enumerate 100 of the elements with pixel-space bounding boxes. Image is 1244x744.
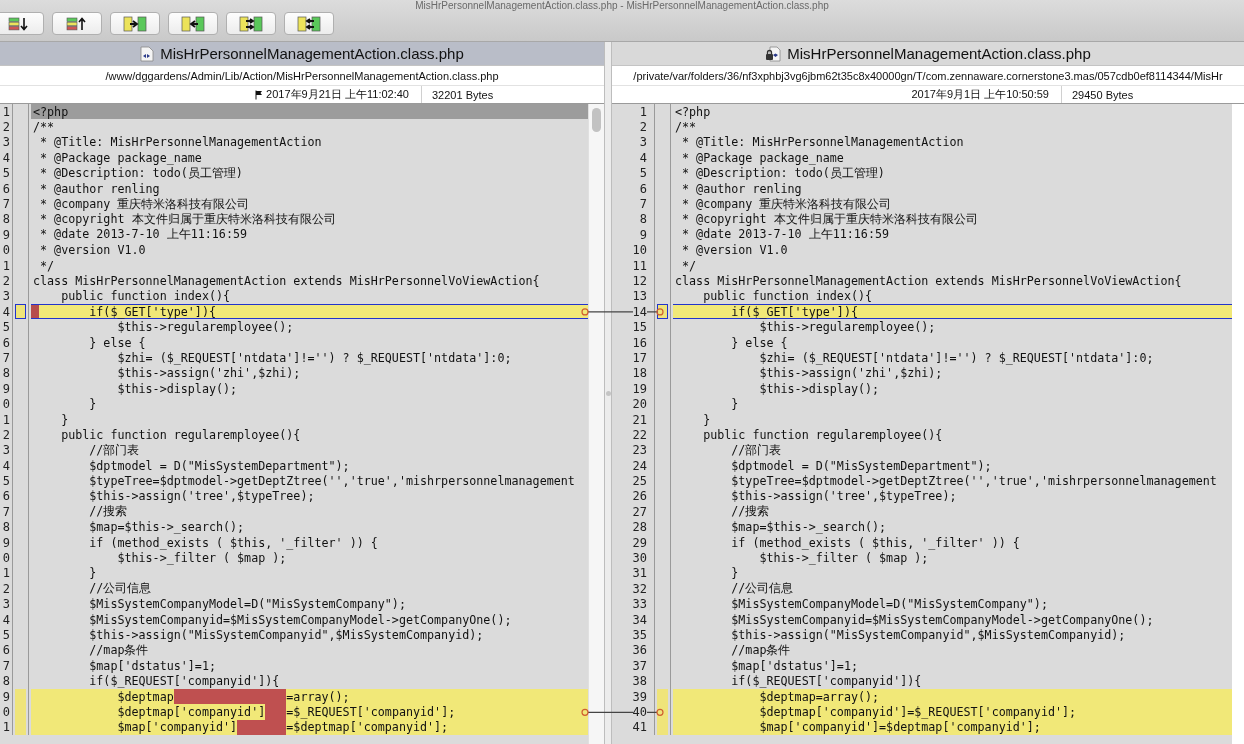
line-number: 6 xyxy=(639,181,647,196)
code-line: if (method_exists ( $this, '_filter' )) { xyxy=(88,534,379,551)
code-line: //map条件 xyxy=(88,642,150,659)
line-number: 2 xyxy=(2,581,10,596)
code-line: * @version V1.0 xyxy=(681,242,789,258)
code-line: $this->assign('tree',$typeTree); xyxy=(730,488,958,505)
line-number: 4 xyxy=(2,150,10,165)
gutter-cell xyxy=(12,611,29,628)
panels-arrow-left-icon xyxy=(181,15,205,32)
gutter-cell xyxy=(12,442,29,458)
gutter-cell xyxy=(12,196,29,212)
code-line: * @Description: todo(员工管理) xyxy=(39,165,244,181)
line-number: 40 xyxy=(632,704,647,719)
line-number: 24 xyxy=(632,458,647,473)
toolbar-button[interactable] xyxy=(226,12,276,35)
code-line: $map['dstatus']=1; xyxy=(730,658,859,674)
gutter-cell xyxy=(12,165,29,181)
panels-double-arrow-left-icon xyxy=(297,15,321,32)
toolbar-button[interactable] xyxy=(284,12,334,35)
line-number: 1 xyxy=(2,258,10,273)
line-number: 9 xyxy=(2,227,10,242)
code-line: * @company 重庆特米洛科技有限公司 xyxy=(39,196,251,212)
gutter-cell xyxy=(12,473,29,489)
code-line: if($_REQUEST['companyid']){ xyxy=(88,673,281,689)
code-line: $this->_filter ( $map ); xyxy=(758,550,930,566)
gutter-cell xyxy=(12,227,29,243)
code-line: public function index(){ xyxy=(702,288,874,305)
gutter-cell xyxy=(12,119,29,135)
window-title: MisHrPersonnelManagementAction.class.php - MisHrPersonnelManagementAction.class.php xyxy=(414,0,830,11)
code-line: /** xyxy=(674,119,698,135)
code-line: * @Title: MisHrPersonnelManagementAction xyxy=(681,134,965,151)
code-line: } else { xyxy=(730,334,789,351)
gutter-cell xyxy=(12,211,29,228)
line-number: 1 xyxy=(2,104,10,119)
gutter-cell xyxy=(12,134,29,151)
line-number: 32 xyxy=(632,581,647,596)
code-line: class MisHrPersonnelManagementAction extends MisHrPersonnelVoViewAction{ xyxy=(674,273,1183,289)
scroll-thumb[interactable] xyxy=(592,108,601,132)
code-line: /** xyxy=(32,119,56,135)
code-line: //部门表 xyxy=(730,442,783,458)
gutter-cell xyxy=(12,458,29,474)
divider-grip[interactable] xyxy=(605,390,611,396)
code-line: public function index(){ xyxy=(60,288,232,305)
gutter-cell xyxy=(12,365,29,382)
code-line: * @version V1.0 xyxy=(39,242,147,258)
line-number: 1 xyxy=(639,104,647,119)
line-number: 6 xyxy=(2,181,10,196)
toolbar-button[interactable] xyxy=(110,12,160,35)
scrollbar[interactable] xyxy=(588,104,604,744)
code-line: * @Description: todo(员工管理) xyxy=(681,165,886,181)
line-number: 4 xyxy=(2,612,10,627)
code-line: //map条件 xyxy=(730,642,792,659)
code-line: * @copyright 本文件归属于重庆特米洛科技有限公司 xyxy=(681,211,979,228)
line-number: 9 xyxy=(2,689,10,704)
code-line: $dptmodel = D("MisSystemDepartment"); xyxy=(88,458,351,474)
toolbar-button[interactable] xyxy=(0,12,44,35)
line-number: 12 xyxy=(632,274,647,288)
bars-down-arrow-icon xyxy=(8,16,30,31)
gutter-cell xyxy=(12,381,29,397)
line-number: 0 xyxy=(2,551,10,565)
line-number: 34 xyxy=(632,612,647,627)
line-number: 4 xyxy=(2,458,10,473)
gutter-cell xyxy=(12,658,29,674)
code-line: */ xyxy=(681,257,698,274)
code-line: $zhi= ($_REQUEST['ntdata']!='') ? $_REQUEST['ntdata']:0; xyxy=(758,350,1155,366)
line-number: 22 xyxy=(632,427,647,442)
code-line: //搜索 xyxy=(88,504,129,520)
file-size: 32201 Bytes xyxy=(432,88,494,101)
toolbar-button[interactable] xyxy=(168,12,218,35)
gutter-cell xyxy=(12,596,29,612)
line-number: 35 xyxy=(632,627,647,642)
gutter-cell xyxy=(12,642,29,659)
code-line: $this->regularemployee(); xyxy=(116,319,295,335)
code-line: } else { xyxy=(88,334,147,351)
toolbar-button[interactable] xyxy=(52,12,102,35)
line-number: 21 xyxy=(632,412,647,427)
code-line: } xyxy=(702,411,712,428)
line-number: 2 xyxy=(2,427,10,442)
gutter-cell xyxy=(12,273,29,289)
code-line: $typeTree=$dptmodel->getDeptZtree('','true','mishrpersonnelmanagement xyxy=(730,473,1218,489)
gutter-cell xyxy=(12,519,29,535)
code-line: } xyxy=(60,411,70,428)
gutter-cell xyxy=(12,257,29,274)
code-line: $MisSystemCompanyid=$MisSystemCompanyModel->getCompanyOne(); xyxy=(730,611,1155,628)
code-line: $MisSystemCompanyModel=D("MisSystemCompany"); xyxy=(730,596,1049,612)
modified-date: 2017年9月21日 上午11:02:40 xyxy=(266,87,409,102)
line-number: 27 xyxy=(632,504,647,519)
code-line: $this->regularemployee(); xyxy=(758,319,937,335)
change-cursor xyxy=(31,305,39,319)
line-number: 17 xyxy=(632,350,647,365)
code-line: $map=$this->_search(); xyxy=(88,519,246,535)
code-line: } xyxy=(730,396,740,412)
code-line: $this->assign('zhi',$zhi); xyxy=(116,365,302,382)
code-line: $dptmodel = D("MisSystemDepartment"); xyxy=(730,458,993,474)
gutter-cell xyxy=(12,488,29,505)
line-number: 7 xyxy=(2,658,10,673)
file-name: MisHrPersonnelManagementAction.class.php xyxy=(787,45,1091,62)
code-line: if($_REQUEST['companyid']){ xyxy=(730,673,923,689)
line-number: 11 xyxy=(632,258,647,273)
code-line: * @date 2013-7-10 上午11:16:59 xyxy=(681,227,890,243)
